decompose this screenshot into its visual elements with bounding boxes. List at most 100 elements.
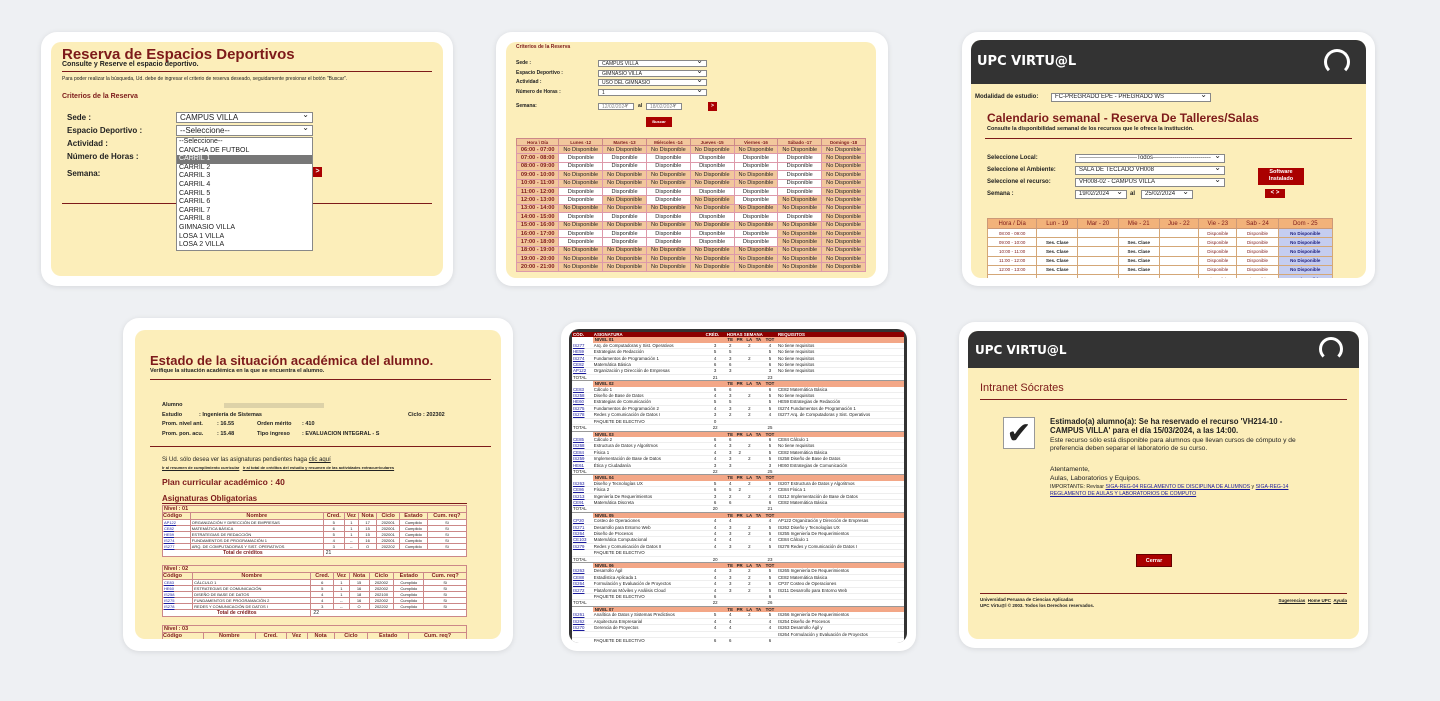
availability-cell[interactable]: No Disponible <box>602 170 647 180</box>
availability-cell[interactable]: Disponible <box>558 153 604 163</box>
course-code-link[interactable] <box>572 637 593 643</box>
slot-cell[interactable] <box>1158 237 1200 248</box>
availability-cell[interactable]: No Disponible <box>645 245 691 256</box>
availability-cell[interactable]: No Disponible <box>821 161 866 172</box>
availability-cell[interactable]: Disponible <box>777 178 823 188</box>
availability-cell[interactable]: No Disponible <box>558 220 604 230</box>
dropdown-option[interactable]: CARRIL 2 <box>177 164 312 173</box>
dropdown-option[interactable]: CARRIL 3 <box>177 172 312 181</box>
availability-cell[interactable]: No Disponible <box>777 245 823 256</box>
availability-cell[interactable]: Disponible <box>689 153 735 163</box>
availability-cell[interactable]: No Disponible <box>602 245 647 256</box>
availability-cell[interactable]: Disponible <box>733 186 779 197</box>
availability-cell[interactable]: No Disponible <box>821 228 866 239</box>
availability-cell[interactable]: No Disponible <box>558 262 604 272</box>
slot-cell[interactable] <box>1158 273 1200 278</box>
availability-cell[interactable]: No Disponible <box>689 178 735 188</box>
software-installed-button[interactable]: Software Instalado <box>1258 168 1304 185</box>
availability-cell[interactable]: Disponible <box>558 212 604 222</box>
availability-cell[interactable]: Disponible <box>645 212 691 222</box>
availability-cell[interactable]: No Disponible <box>689 262 735 272</box>
slot-cell[interactable] <box>1117 273 1160 278</box>
slot-cell[interactable]: Disponible <box>1198 273 1238 278</box>
availability-cell[interactable]: No Disponible <box>689 203 735 214</box>
dropdown-option[interactable]: CARRIL 7 <box>177 207 312 216</box>
availability-cell[interactable]: Disponible <box>645 195 691 205</box>
availability-cell[interactable]: No Disponible <box>821 153 866 163</box>
availability-cell[interactable]: Disponible <box>645 153 691 163</box>
availability-cell[interactable]: Disponible <box>777 161 823 172</box>
slot-cell[interactable] <box>1117 227 1160 239</box>
availability-cell[interactable]: No Disponible <box>645 144 691 155</box>
availability-cell[interactable]: No Disponible <box>602 203 647 214</box>
availability-cell[interactable]: No Disponible <box>689 170 735 180</box>
availability-cell[interactable]: Disponible <box>558 195 604 205</box>
availability-cell[interactable]: Disponible <box>558 161 604 172</box>
availability-cell[interactable]: Disponible <box>689 237 735 247</box>
slot-cell[interactable]: Disponible <box>1236 227 1279 239</box>
espacio-select[interactable]: GIMNASIO VILLA <box>598 70 707 77</box>
availability-cell[interactable]: Disponible <box>602 212 647 222</box>
slot-cell[interactable]: Ses. Clase <box>1117 246 1160 257</box>
availability-cell[interactable]: Disponible <box>645 237 691 247</box>
dropdown-option[interactable]: CARRIL 8 <box>177 215 312 224</box>
availability-cell[interactable]: Disponible <box>602 228 647 239</box>
slot-cell[interactable]: Ses. Clase <box>1036 246 1079 257</box>
credits-summary-link[interactable]: Ir al total de créditos del estudio y re… <box>243 465 394 470</box>
home-upc-link[interactable]: Home UPC <box>1308 598 1331 603</box>
availability-cell[interactable]: No Disponible <box>645 170 691 180</box>
availability-cell[interactable]: No Disponible <box>821 186 866 197</box>
sede-select[interactable]: CAMPUS VILLA <box>598 60 707 67</box>
slot-cell[interactable]: No Disponible <box>1277 246 1334 257</box>
slot-cell[interactable]: Ses. Clase <box>1036 255 1079 266</box>
availability-cell[interactable]: Disponible <box>602 161 647 172</box>
availability-cell[interactable]: No Disponible <box>777 203 823 214</box>
availability-cell[interactable]: No Disponible <box>645 254 691 264</box>
availability-cell[interactable]: No Disponible <box>558 144 604 155</box>
discipline-regulation-link[interactable]: SIGA-REG-04 REGLAMENTO DE DISCIPLINA DE … <box>1105 484 1250 490</box>
availability-cell[interactable]: No Disponible <box>733 178 779 188</box>
availability-cell[interactable]: No Disponible <box>645 203 691 214</box>
dropdown-option[interactable]: --Seleccione-- <box>177 138 312 147</box>
slot-cell[interactable] <box>1077 255 1119 266</box>
availability-cell[interactable]: No Disponible <box>689 195 735 205</box>
modalidad-select[interactable]: FC-PREGRADO EPE - PREGRADO WS <box>1051 93 1211 102</box>
slot-cell[interactable]: Ses. Clase <box>1036 264 1079 275</box>
availability-cell[interactable]: Disponible <box>558 228 604 239</box>
availability-cell[interactable]: Disponible <box>777 153 823 163</box>
availability-cell[interactable]: No Disponible <box>733 144 779 155</box>
availability-cell[interactable]: No Disponible <box>602 178 647 188</box>
close-button[interactable]: Cerrar <box>1136 554 1172 567</box>
slot-cell[interactable]: Ses. Clase <box>1117 264 1160 275</box>
ambiente-select[interactable]: SALA DE TECLADO VH008 <box>1075 166 1225 175</box>
help-link[interactable]: Ayuda <box>1333 598 1347 603</box>
slot-cell[interactable]: Disponible <box>1236 255 1279 266</box>
availability-cell[interactable]: No Disponible <box>777 220 823 230</box>
availability-cell[interactable]: No Disponible <box>733 262 779 272</box>
dropdown-option[interactable]: LOSA 1 VILLA <box>177 233 312 242</box>
search-button[interactable]: Buscar <box>646 117 672 127</box>
slot-cell[interactable] <box>1077 246 1119 257</box>
slot-cell[interactable]: Disponible <box>1198 246 1238 257</box>
availability-cell[interactable]: No Disponible <box>733 245 779 256</box>
availability-cell[interactable]: Disponible <box>558 237 604 247</box>
slot-cell[interactable]: No Disponible <box>1277 264 1334 275</box>
availability-cell[interactable]: No Disponible <box>558 203 604 214</box>
availability-cell[interactable]: Disponible <box>645 186 691 197</box>
slot-cell[interactable]: Ses. Clase <box>1117 255 1160 266</box>
slot-cell[interactable]: Disponible <box>1236 273 1279 278</box>
availability-cell[interactable]: No Disponible <box>689 254 735 264</box>
next-week-button[interactable]: > <box>313 167 322 177</box>
availability-cell[interactable]: No Disponible <box>821 144 866 155</box>
availability-cell[interactable]: Disponible <box>733 228 779 239</box>
availability-cell[interactable]: Disponible <box>733 153 779 163</box>
availability-cell[interactable]: No Disponible <box>821 237 866 247</box>
slot-cell[interactable] <box>1158 246 1200 257</box>
availability-cell[interactable]: Disponible <box>602 186 647 197</box>
dropdown-option[interactable]: CARRIL 5 <box>177 190 312 199</box>
availability-cell[interactable]: Disponible <box>733 161 779 172</box>
availability-cell[interactable]: No Disponible <box>821 178 866 188</box>
date-to-input[interactable]: 25/02/2024 <box>1141 190 1193 199</box>
availability-cell[interactable]: No Disponible <box>733 220 779 230</box>
availability-cell[interactable]: No Disponible <box>821 254 866 264</box>
